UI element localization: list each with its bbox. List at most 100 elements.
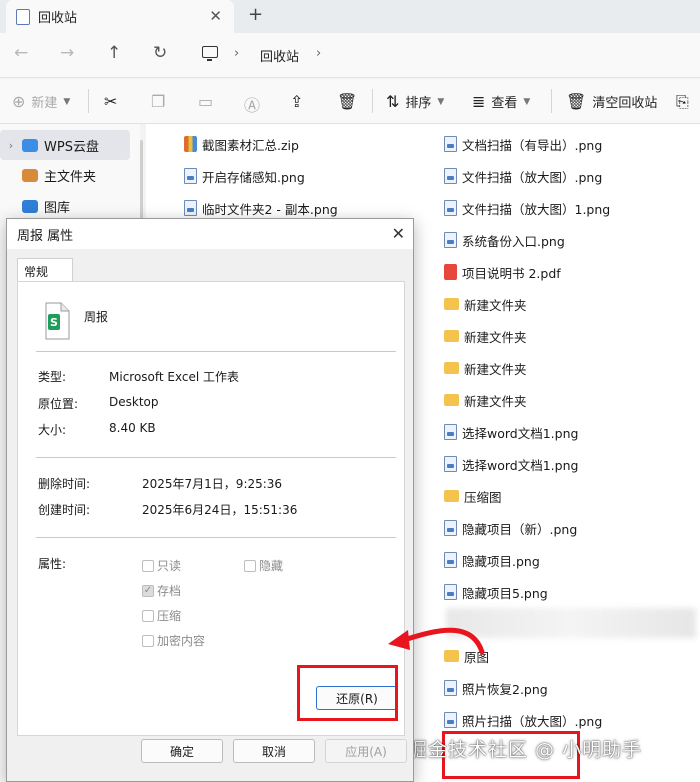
list-item[interactable]: 照片扫描（放大图）.png bbox=[444, 708, 602, 732]
share-button[interactable]: ⇪ bbox=[290, 92, 303, 111]
sidebar-item-home[interactable]: 主文件夹 bbox=[0, 160, 130, 190]
tab-general[interactable]: 常规 bbox=[17, 258, 73, 282]
clipboard-icon: ▭ bbox=[198, 92, 214, 111]
refresh-button[interactable]: ↻ bbox=[153, 43, 167, 63]
chevron-down-icon: ▼ bbox=[523, 96, 531, 107]
type-value: Microsoft Excel 工作表 bbox=[109, 370, 240, 384]
folder-icon bbox=[444, 298, 459, 310]
view-button[interactable]: ≣ 查看 ▼ bbox=[472, 92, 530, 111]
forward-button[interactable]: → bbox=[60, 43, 74, 63]
sort-icon: ⇅ bbox=[386, 92, 400, 111]
image-file-icon bbox=[444, 552, 457, 568]
checkbox-box bbox=[142, 559, 154, 572]
cut-button[interactable]: ✂ bbox=[104, 92, 117, 111]
sidebar-item-label: 图库 bbox=[44, 200, 71, 216]
paste-button[interactable]: ▭ bbox=[198, 92, 213, 111]
ok-button[interactable]: 确定 bbox=[141, 739, 223, 763]
sidebar-item-label: WPS云盘 bbox=[44, 139, 99, 155]
readonly-checkbox[interactable]: 只读 bbox=[142, 557, 181, 574]
empty-recycle-bin-button[interactable]: 🗑 清空回收站 bbox=[566, 92, 657, 111]
close-icon[interactable]: ✕ bbox=[392, 224, 405, 243]
list-item[interactable]: 文件扫描（放大图）1.png bbox=[444, 196, 610, 220]
breadcrumb-separator-icon[interactable]: › bbox=[234, 46, 239, 61]
apply-button: 应用(A) bbox=[325, 739, 407, 763]
annotation-arrow-icon bbox=[388, 627, 485, 655]
checkbox-label: 存档 bbox=[157, 584, 182, 598]
rename-button[interactable]: Ⓐ bbox=[244, 92, 260, 116]
list-item[interactable]: 隐藏项目.png bbox=[444, 548, 540, 572]
empty-recycle-label: 清空回收站 bbox=[592, 96, 658, 111]
image-file-icon bbox=[444, 456, 457, 472]
image-file-icon bbox=[444, 168, 457, 184]
breadcrumb-expand-icon[interactable]: › bbox=[316, 46, 321, 61]
chevron-right-icon[interactable]: › bbox=[0, 139, 22, 152]
new-label: 新建 bbox=[31, 96, 58, 111]
dialog-title-bar[interactable]: 周报 属性 ✕ bbox=[7, 219, 413, 249]
archive-checkbox[interactable]: ✓ 存档 bbox=[142, 582, 181, 599]
list-item[interactable]: 压缩图 bbox=[444, 484, 502, 508]
hidden-checkbox[interactable]: 隐藏 bbox=[244, 557, 283, 574]
sort-label: 排序 bbox=[405, 96, 432, 111]
attributes-label: 属性: bbox=[38, 557, 67, 571]
list-item[interactable]: 隐藏项目（新）.png bbox=[444, 516, 577, 540]
list-item[interactable]: 临时文件夹2 - 副本.png bbox=[184, 196, 338, 220]
delete-button[interactable]: 🗑 bbox=[337, 92, 357, 111]
file-name: 新建文件夹 bbox=[464, 361, 527, 377]
list-item[interactable]: 选择word文档1.png bbox=[444, 452, 578, 476]
encrypt-checkbox[interactable]: 加密内容 bbox=[142, 632, 205, 649]
file-name: 新建文件夹 bbox=[464, 393, 527, 409]
compress-checkbox[interactable]: 压缩 bbox=[142, 607, 181, 624]
checkbox-box bbox=[244, 559, 256, 572]
image-file-icon bbox=[444, 232, 457, 248]
divider bbox=[36, 351, 396, 352]
restore-all-button[interactable]: ⎘ bbox=[676, 92, 689, 112]
list-item[interactable]: 选择word文档1.png bbox=[444, 420, 578, 444]
sidebar-item-gallery[interactable]: 图库 bbox=[0, 191, 130, 221]
toolbar-divider bbox=[551, 89, 552, 113]
checkbox-label: 压缩 bbox=[157, 609, 182, 623]
list-item[interactable]: 照片恢复2.png bbox=[444, 676, 548, 700]
sort-button[interactable]: ⇅ 排序 ▼ bbox=[386, 92, 444, 111]
up-button[interactable]: ↑ bbox=[107, 43, 121, 63]
copy-button[interactable]: ❐ bbox=[151, 92, 165, 111]
sidebar-scrollbar[interactable] bbox=[140, 140, 143, 230]
list-item[interactable]: 开启存储感知.png bbox=[184, 164, 305, 188]
close-tab-icon[interactable]: ✕ bbox=[209, 7, 222, 25]
list-item[interactable]: 新建文件夹 bbox=[444, 356, 527, 380]
file-name: 照片扫描（放大图）.png bbox=[462, 713, 603, 729]
image-file-icon bbox=[444, 584, 457, 600]
sidebar-item-wps-cloud[interactable]: › WPS云盘 bbox=[0, 130, 130, 160]
computer-icon[interactable] bbox=[202, 46, 218, 61]
tab-title: 回收站 bbox=[38, 11, 78, 26]
image-file-icon bbox=[184, 200, 197, 216]
new-tab-button[interactable]: + bbox=[248, 4, 263, 25]
file-name: 截图素材汇总.zip bbox=[202, 137, 299, 153]
file-name: 文件扫描（放大图）.png bbox=[462, 169, 603, 185]
list-item[interactable]: 系统备份入口.png bbox=[444, 228, 565, 252]
folder-icon bbox=[444, 490, 459, 502]
image-file-icon bbox=[444, 712, 457, 728]
list-item[interactable]: 文档扫描（有导出）.png bbox=[444, 132, 602, 156]
back-button[interactable]: ← bbox=[14, 43, 28, 63]
file-name: 隐藏项目5.png bbox=[462, 585, 548, 601]
watermark: 掘金技术社区 @ 小明助手 bbox=[408, 739, 643, 761]
list-item[interactable]: 新建文件夹 bbox=[444, 388, 527, 412]
checkbox-label: 加密内容 bbox=[157, 634, 206, 648]
list-item[interactable]: 截图素材汇总.zip bbox=[184, 132, 299, 156]
list-item[interactable]: 文件扫描（放大图）.png bbox=[444, 164, 602, 188]
size-value: 8.40 KB bbox=[109, 421, 156, 435]
list-item[interactable]: 项目说明书 2.pdf bbox=[444, 260, 561, 284]
list-item[interactable]: 新建文件夹 bbox=[444, 292, 527, 316]
new-button[interactable]: ⊕ 新建 ▼ bbox=[12, 92, 70, 111]
tab-recycle-bin[interactable]: 回收站 ✕ bbox=[6, 0, 234, 33]
origin-value: Desktop bbox=[109, 395, 159, 409]
breadcrumb-recycle-bin[interactable]: 回收站 bbox=[260, 46, 299, 65]
file-name: 隐藏项目（新）.png bbox=[462, 521, 578, 537]
address-bar: ← → ↑ ↻ › 回收站 › bbox=[0, 33, 700, 78]
file-name: 隐藏项目.png bbox=[462, 553, 540, 569]
checkbox-box bbox=[142, 609, 154, 622]
origin-label: 原位置: bbox=[38, 397, 79, 411]
list-item[interactable]: 新建文件夹 bbox=[444, 324, 527, 348]
cancel-button[interactable]: 取消 bbox=[233, 739, 315, 763]
file-name: 开启存储感知.png bbox=[202, 169, 305, 185]
